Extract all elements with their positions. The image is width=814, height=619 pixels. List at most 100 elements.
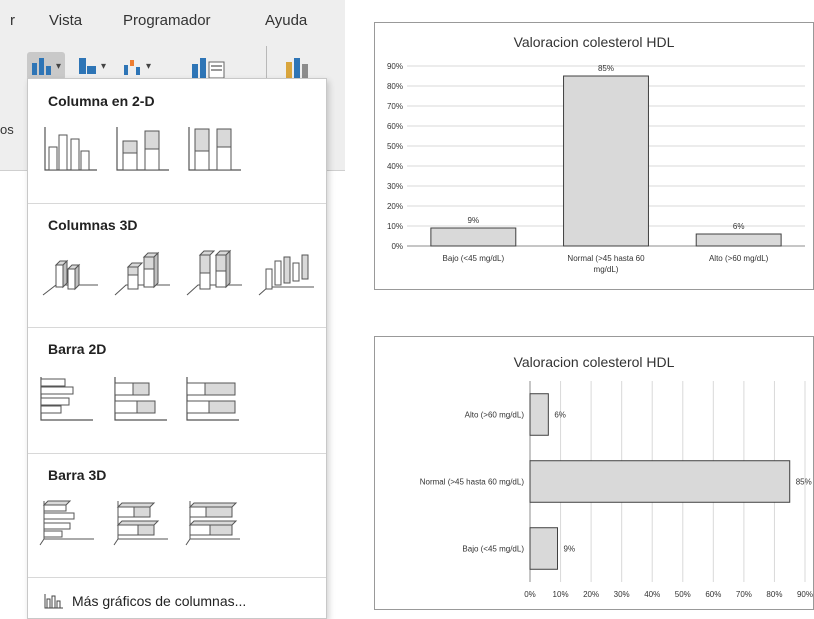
y-tick-label: Alto (>60 mg/dL) bbox=[465, 411, 525, 420]
x-tick-label: 10% bbox=[553, 590, 569, 599]
column-chart-dropdown: Columna en 2-D Columnas 3D Barra 2D Barr… bbox=[27, 78, 327, 619]
3d-map-icon bbox=[286, 58, 308, 78]
x-tick-label: 0% bbox=[524, 590, 536, 599]
insert-waterfall-chart-button[interactable]: ▾ bbox=[123, 52, 151, 80]
column-chart-canvas: Valoracion colesterol HDL 0% 10% 20% 30% 40%… bbox=[387, 34, 805, 274]
waterfall-chart-icon bbox=[124, 60, 140, 75]
data-label: 85% bbox=[598, 64, 614, 73]
x-tick-label: mg/dL) bbox=[594, 265, 619, 274]
3d-stacked-column-option[interactable] bbox=[114, 247, 172, 297]
y-tick-label: 80% bbox=[387, 82, 403, 91]
pivot-chart-icon bbox=[192, 58, 225, 78]
100-stacked-bar-icon bbox=[186, 377, 239, 421]
chart-title: Valoracion colesterol HDL bbox=[514, 354, 675, 370]
3d-stacked-column-icon bbox=[114, 251, 170, 296]
3d-100-stacked-bar-icon bbox=[185, 501, 240, 546]
section-title-3d-column: Columnas 3D bbox=[48, 217, 138, 233]
x-tick-label: Normal (>45 hasta 60 bbox=[567, 254, 645, 263]
hierarchy-chart-icon bbox=[79, 58, 96, 74]
data-label: 6% bbox=[733, 222, 745, 231]
clustered-column-option[interactable] bbox=[42, 123, 100, 173]
bar bbox=[563, 75, 649, 247]
bar bbox=[695, 233, 782, 247]
x-tick-label: 40% bbox=[644, 590, 660, 599]
x-tick-label: 70% bbox=[736, 590, 752, 599]
bar bbox=[430, 227, 517, 247]
section-title-2d-column: Columna en 2-D bbox=[48, 93, 155, 109]
100-stacked-bar-option[interactable] bbox=[184, 373, 242, 423]
y-tick-label: 30% bbox=[387, 182, 403, 191]
insert-hierarchy-chart-button[interactable]: ▾ bbox=[78, 52, 106, 80]
stacked-bar-icon bbox=[114, 377, 167, 421]
section-divider bbox=[28, 453, 326, 454]
bar bbox=[529, 393, 549, 436]
bar bbox=[529, 527, 558, 570]
3d-100-stacked-bar-option[interactable] bbox=[184, 497, 242, 547]
y-tick-label: Normal (>45 hasta 60 mg/dL) bbox=[420, 478, 525, 487]
clustered-bar-option[interactable] bbox=[38, 373, 96, 423]
stacked-bar-option[interactable] bbox=[112, 373, 170, 423]
tab-truncated[interactable]: r bbox=[10, 12, 15, 29]
y-tick-label: 90% bbox=[387, 62, 403, 71]
y-tick-label: Bajo (<45 mg/dL) bbox=[462, 545, 524, 554]
3d-clustered-column-icon bbox=[42, 259, 98, 296]
100-stacked-column-option[interactable] bbox=[186, 123, 244, 173]
data-label: 9% bbox=[468, 216, 480, 225]
3d-clustered-bar-icon bbox=[39, 500, 94, 546]
tab-vista[interactable]: Vista bbox=[49, 12, 82, 29]
truncated-ribbon-text: os bbox=[0, 122, 14, 137]
y-tick-label: 20% bbox=[387, 202, 403, 211]
x-tick-label: Bajo (<45 mg/dL) bbox=[443, 254, 505, 263]
bar bbox=[529, 460, 791, 503]
3d-clustered-bar-option[interactable] bbox=[38, 497, 96, 547]
section-title-2d-bar: Barra 2D bbox=[48, 341, 107, 357]
tab-ayuda[interactable]: Ayuda bbox=[265, 12, 307, 29]
chevron-down-icon: ▾ bbox=[101, 60, 107, 72]
y-tick-label: 50% bbox=[387, 142, 403, 151]
y-tick-label: 40% bbox=[387, 162, 403, 171]
x-tick-label: 20% bbox=[583, 590, 599, 599]
x-tick-label: 30% bbox=[614, 590, 630, 599]
x-tick-label: 50% bbox=[675, 590, 691, 599]
x-tick-label: 80% bbox=[766, 590, 782, 599]
y-tick-label: 0% bbox=[391, 242, 403, 251]
column-chart-small-icon bbox=[44, 594, 63, 609]
chart-title: Valoracion colesterol HDL bbox=[514, 34, 675, 50]
clustered-column-icon bbox=[44, 127, 97, 171]
3d-clustered-column-option[interactable] bbox=[42, 247, 100, 297]
data-label: 85% bbox=[796, 478, 812, 487]
x-tick-label: 90% bbox=[797, 590, 813, 599]
pivot-chart-button[interactable] bbox=[190, 52, 226, 80]
y-tick-label: 70% bbox=[387, 102, 403, 111]
tab-programador[interactable]: Programador bbox=[123, 12, 211, 29]
section-title-3d-bar: Barra 3D bbox=[48, 467, 107, 483]
insert-column-chart-button[interactable]: ▾ bbox=[27, 52, 66, 80]
3d-stacked-bar-icon bbox=[113, 501, 168, 546]
data-label: 6% bbox=[554, 411, 566, 420]
data-label: 9% bbox=[564, 545, 576, 554]
more-column-charts-label: Más gráficos de columnas... bbox=[72, 593, 247, 609]
clustered-bar-icon bbox=[40, 377, 93, 421]
column-chart-hdl[interactable]: Valoracion colesterol HDL 0% 10% 20% 30% 40%… bbox=[374, 22, 814, 290]
stacked-column-icon bbox=[116, 127, 169, 171]
y-tick-label: 10% bbox=[387, 222, 403, 231]
section-divider bbox=[28, 327, 326, 328]
3d-column-icon bbox=[258, 254, 314, 296]
x-tick-label: Alto (>60 mg/dL) bbox=[709, 254, 769, 263]
map-chart-button[interactable] bbox=[284, 52, 328, 80]
chevron-down-icon: ▾ bbox=[56, 60, 62, 72]
3d-100-stacked-column-icon bbox=[186, 249, 242, 296]
3d-column-option[interactable] bbox=[258, 247, 316, 297]
stacked-column-option[interactable] bbox=[114, 123, 172, 173]
bar-chart-hdl[interactable]: Valoracion colesterol HDL 0% 10% 20% 30% 40%… bbox=[374, 336, 814, 610]
chevron-down-icon: ▾ bbox=[146, 60, 152, 72]
section-divider bbox=[28, 203, 326, 204]
section-divider bbox=[28, 577, 326, 578]
3d-100-stacked-column-option[interactable] bbox=[186, 247, 244, 297]
3d-stacked-bar-option[interactable] bbox=[112, 497, 170, 547]
bar-chart-canvas: Valoracion colesterol HDL 0% 10% 20% 30% 40%… bbox=[420, 354, 813, 599]
more-column-charts-link[interactable]: Más gráficos de columnas... bbox=[44, 593, 246, 609]
y-tick-label: 60% bbox=[387, 122, 403, 131]
column-chart-icon bbox=[32, 58, 51, 75]
100-stacked-column-icon bbox=[188, 127, 241, 171]
